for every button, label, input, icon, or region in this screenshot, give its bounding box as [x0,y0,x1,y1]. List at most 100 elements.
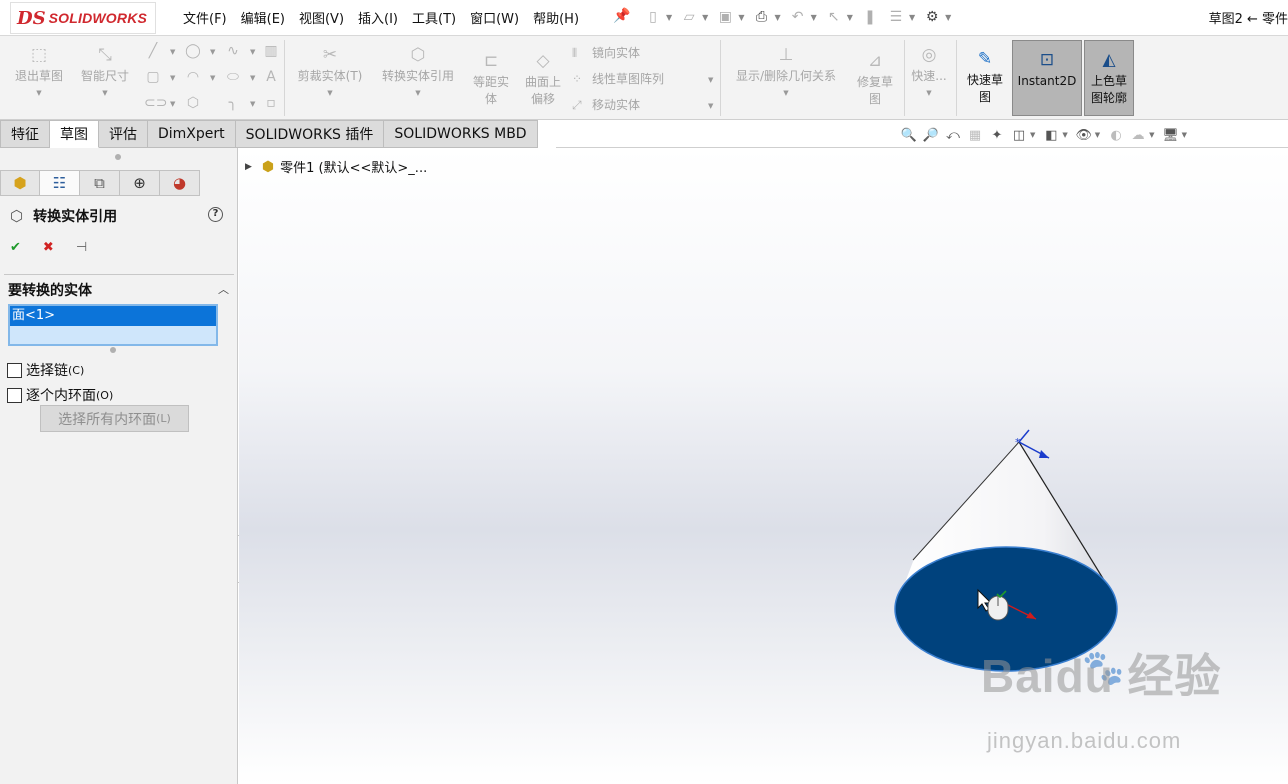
plane-icon[interactable]: ▥ [262,42,280,60]
menu-window[interactable]: 窗口(W) [463,8,526,27]
convert-entities-button[interactable]: ⬡ 转换实体引用 ▼ [374,44,462,102]
rectangle-icon[interactable]: ▢ [144,68,162,86]
arc-icon[interactable]: ◠ [184,68,202,86]
save-dropdown-icon[interactable]: ▼ [738,13,744,22]
spline-icon[interactable]: ∿ [224,42,242,60]
select-dropdown-icon[interactable]: ▼ [847,13,853,22]
linear-pattern-button[interactable]: ⁘ 线性草图阵列 [572,70,664,87]
pin-menu-icon[interactable]: 📌 [613,8,630,24]
rapid-sketch-button[interactable]: ✎ 快速草 图 [960,48,1010,106]
panel-resize-grip[interactable] [115,154,121,160]
ok-check-icon[interactable]: ✔ [10,240,21,255]
tab-addins[interactable]: SOLIDWORKS 插件 [235,120,385,148]
fillet-dropdown-icon[interactable]: ▼ [250,100,255,108]
view-settings-dropdown-icon[interactable]: ▼ [1182,131,1187,139]
new-dropdown-icon[interactable]: ▼ [666,13,672,22]
tab-evaluate[interactable]: 评估 [99,120,148,148]
previous-view-icon[interactable]: ⤺ [942,125,964,145]
file-properties-icon[interactable]: ☰ [885,7,907,27]
file-properties-dropdown-icon[interactable]: ▼ [909,13,915,22]
chevron-up-icon[interactable]: ︿ [218,281,229,297]
ellipse-dropdown-icon[interactable]: ▼ [250,74,255,82]
property-manager-tab[interactable]: ☷ [40,170,80,196]
offset-entities-button[interactable]: ⊏ 等距实 体 [466,50,516,108]
slot-dropdown-icon[interactable]: ▼ [170,100,175,108]
line-dropdown-icon[interactable]: ▼ [170,48,175,56]
dimxpert-manager-tab[interactable]: ⊕ [120,170,160,196]
point-icon[interactable]: ▫ [262,94,280,112]
move-dropdown-icon[interactable]: ▼ [708,102,713,110]
zoom-to-fit-icon[interactable]: 🔍 [898,125,920,145]
spline-dropdown-icon[interactable]: ▼ [250,48,255,56]
display-manager-tab[interactable]: ◕ [160,170,200,196]
selected-entity-item[interactable]: 面<1> [10,306,216,326]
apply-scene-icon[interactable]: ☁ [1127,125,1149,145]
circle-icon[interactable]: ◯ [184,42,202,60]
inner-loops-checkbox[interactable] [7,387,22,403]
open-dropdown-icon[interactable]: ▼ [702,13,708,22]
repair-sketch-button[interactable]: ⊿ 修复草 图 [850,50,900,108]
rebuild-icon[interactable]: ❚ [859,7,881,27]
linear-pattern-dropdown-icon[interactable]: ▼ [708,76,713,84]
selection-box-resize-grip[interactable] [110,347,116,353]
print-icon[interactable]: ⎙ [750,7,772,27]
save-icon[interactable]: ▣ [714,7,736,27]
text-icon[interactable]: A [262,68,280,86]
display-delete-relations-button[interactable]: ⊥ 显示/删除几何关系 ▼ [724,44,848,102]
hide-show-dropdown-icon[interactable]: ▼ [1095,131,1100,139]
select-arrow-icon[interactable]: ↖ [823,7,845,27]
tab-features[interactable]: 特征 [0,120,50,148]
select-chain-option[interactable]: 选择链 (C) [7,360,84,380]
exit-sketch-button[interactable]: ⬚ 退出草图 ▼ [8,44,70,102]
view-orientation-icon[interactable]: ◫ [1008,125,1030,145]
rectangle-dropdown-icon[interactable]: ▼ [170,74,175,82]
slot-icon[interactable]: ⊂⊃ [144,94,167,112]
entities-selection-box[interactable]: 面<1> [8,304,218,346]
view-settings-monitor-icon[interactable]: 🖥 [1160,125,1182,145]
edit-appearance-icon[interactable]: ◐ [1105,125,1127,145]
new-document-icon[interactable]: ▯ [642,7,664,27]
menu-view[interactable]: 视图(V) [292,8,351,27]
options-dropdown-icon[interactable]: ▼ [945,13,951,22]
menu-file[interactable]: 文件(F) [176,8,234,27]
menu-tools[interactable]: 工具(T) [405,8,463,27]
menu-help[interactable]: 帮助(H) [526,8,586,27]
menu-edit[interactable]: 编辑(E) [234,8,292,27]
fillet-icon[interactable]: ╮ [224,94,242,112]
display-style-icon[interactable]: ◧ [1040,125,1062,145]
tab-mbd[interactable]: SOLIDWORKS MBD [384,120,538,148]
circle-dropdown-icon[interactable]: ▼ [210,48,215,56]
section-view-icon[interactable]: ▦ [964,125,986,145]
print-dropdown-icon[interactable]: ▼ [774,13,780,22]
open-folder-icon[interactable]: ▱ [678,7,700,27]
configuration-manager-tab[interactable]: ⧉ [80,170,120,196]
help-icon[interactable]: ? [208,207,223,222]
smart-dimension-button[interactable]: ⤡ 智能尺寸 ▼ [74,44,136,102]
undo-icon[interactable]: ↶ [787,7,809,27]
tab-sketch[interactable]: 草图 [50,120,99,148]
mirror-entities-button[interactable]: ⫴ 镜向实体 [572,44,640,61]
quick-snaps-button[interactable]: ◎ 快速... ▼ [906,44,952,102]
dynamic-annotation-icon[interactable]: ✦ [986,125,1008,145]
instant2d-button[interactable]: ⊡ Instant2D [1012,40,1082,116]
feature-manager-tab[interactable]: ⬢ [0,170,40,196]
shaded-sketch-contours-button[interactable]: ◭ 上色草 图轮廓 [1084,40,1134,116]
hide-show-items-icon[interactable]: 👁 [1073,125,1095,145]
polygon-icon[interactable]: ⬡ [184,94,202,112]
select-all-inner-loops-button[interactable]: 选择所有内环面 (L) [40,405,189,432]
offset-on-surface-button[interactable]: ◇ 曲面上 偏移 [518,50,568,108]
cancel-x-icon[interactable]: ✖ [43,240,54,255]
undo-dropdown-icon[interactable]: ▼ [811,13,817,22]
options-gear-icon[interactable]: ⚙ [921,7,943,27]
keep-visible-pin-icon[interactable]: ⊣ [76,240,87,255]
move-entities-button[interactable]: ⤢ 移动实体 [572,96,640,113]
view-orientation-dropdown-icon[interactable]: ▼ [1030,131,1035,139]
trim-entities-button[interactable]: ✂ 剪裁实体(T) ▼ [292,44,368,102]
zoom-to-area-icon[interactable]: 🔎 [920,125,942,145]
apply-scene-dropdown-icon[interactable]: ▼ [1149,131,1154,139]
tab-dimxpert[interactable]: DimXpert [148,120,236,148]
ellipse-icon[interactable]: ⬭ [224,68,242,86]
menu-insert[interactable]: 插入(I) [351,8,405,27]
arc-dropdown-icon[interactable]: ▼ [210,74,215,82]
graphics-area[interactable]: ▶ ⬢ 零件1 (默认<<默认>_... * 🐾 Baidu 经验 jingya… [239,148,1288,784]
